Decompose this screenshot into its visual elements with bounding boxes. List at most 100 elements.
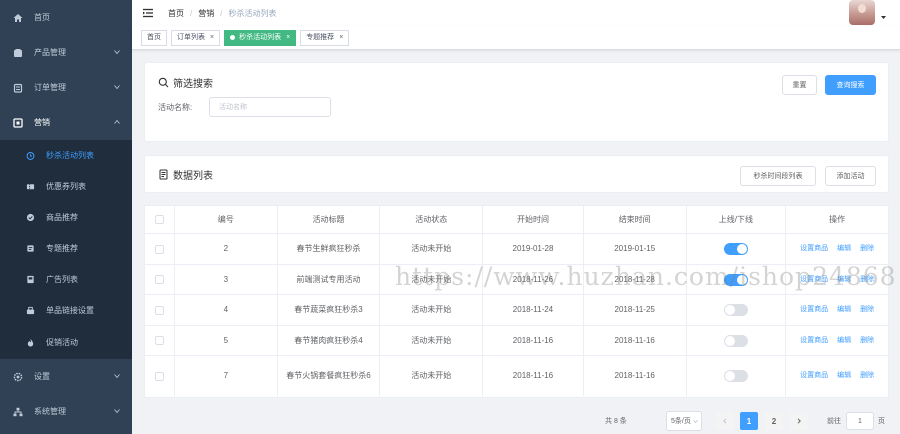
sidebar-item-promotion[interactable]: 促销活动 (0, 326, 132, 359)
activity-table: 编号 活动标题 活动状态 开始时间 结束时间 上线/下线 操作 2 春节生鲜疯狂… (144, 205, 889, 398)
tag-seckill-list[interactable]: 秒杀活动列表 × (224, 29, 297, 46)
edit-link[interactable]: 编辑 (837, 274, 851, 286)
row-checkbox[interactable] (154, 275, 164, 284)
cell-title: 春节火锅套餐疯狂秒杀6 (278, 356, 381, 396)
online-switch[interactable] (723, 370, 748, 382)
row-checkbox[interactable] (154, 305, 164, 315)
activity-name-input[interactable]: 活动名称 (209, 97, 331, 117)
online-switch[interactable] (723, 273, 748, 286)
row-checkbox[interactable] (154, 336, 164, 345)
cell-start: 2018-11-26 (483, 265, 584, 294)
set-products-link[interactable]: 设置商品 (800, 370, 828, 382)
tag-topic[interactable]: 专题推荐 × (300, 29, 350, 46)
close-icon[interactable]: × (339, 31, 343, 45)
breadcrumb-marketing[interactable]: 营销 (198, 8, 214, 19)
sidebar-item-product[interactable]: 产品管理 (0, 35, 132, 70)
sidebar-item-seckill[interactable]: 秒杀活动列表 (0, 140, 132, 171)
marketing-submenu: 秒杀活动列表 优惠券列表 商品推荐 专题推荐 广告列表 单品链接设置 促销活动 (0, 140, 132, 359)
sidebar-item-label: 设置 (34, 372, 50, 381)
tags-view: 首页 订单列表 × 秒杀活动列表 × 专题推荐 × (132, 26, 900, 50)
hamburger-icon[interactable] (142, 7, 154, 19)
sidebar-item-order[interactable]: 订单管理 (0, 70, 132, 105)
breadcrumb-home[interactable]: 首页 (168, 8, 184, 19)
seckill-session-list-button[interactable]: 秒杀时间段列表 (740, 166, 816, 186)
delete-link[interactable]: 删除 (860, 304, 874, 316)
set-products-link[interactable]: 设置商品 (800, 304, 828, 316)
sidebar-item-label: 单品链接设置 (46, 306, 94, 315)
column-header: 活动标题 (278, 206, 381, 233)
edit-link[interactable]: 编辑 (837, 304, 851, 316)
cell-end: 2018-11-16 (584, 326, 687, 355)
breadcrumb-current: 秒杀活动列表 (228, 8, 277, 18)
recommend-icon (25, 213, 35, 223)
page-2-button[interactable]: 2 (765, 412, 783, 430)
table-row: 5 春节猪肉疯狂秒杀4 活动未开始 2018-11-16 2018-11-16 … (145, 326, 888, 356)
fire-icon (25, 338, 35, 348)
cell-end: 2018-11-28 (584, 265, 687, 294)
filter-card: 筛选搜索 重置 查询搜索 活动名称: 活动名称 (144, 62, 889, 142)
row-checkbox[interactable] (154, 371, 164, 381)
tag-home[interactable]: 首页 (141, 29, 167, 46)
sidebar-item-home[interactable]: 首页 (0, 0, 132, 35)
close-icon[interactable]: × (286, 31, 290, 45)
table-row: 7 春节火锅套餐疯狂秒杀6 活动未开始 2018-11-16 2018-11-1… (145, 356, 888, 396)
sidebar-item-label: 秒杀活动列表 (46, 151, 94, 160)
delete-link[interactable]: 删除 (860, 274, 874, 286)
page-1-button[interactable]: 1 (740, 412, 758, 430)
topic-icon (25, 244, 35, 254)
sidebar-item-settings[interactable]: 设置 (0, 359, 132, 394)
column-header: 上线/下线 (687, 206, 787, 233)
search-button[interactable]: 查询搜索 (825, 75, 876, 95)
document-icon (158, 169, 169, 180)
cell-start: 2018-11-16 (483, 356, 584, 396)
row-checkbox[interactable] (154, 244, 164, 254)
next-page-button[interactable] (790, 412, 808, 430)
sidebar-item-ad[interactable]: 广告列表 (0, 264, 132, 295)
sidebar-item-system[interactable]: 系统管理 (0, 394, 132, 429)
tag-order-list[interactable]: 订单列表 × (171, 29, 221, 46)
sidebar-item-label: 订单管理 (34, 83, 66, 92)
sidebar-item-label: 广告列表 (46, 275, 78, 284)
edit-link[interactable]: 编辑 (837, 243, 851, 255)
chevron-right-icon (797, 418, 801, 424)
avatar[interactable] (849, 0, 875, 25)
online-switch[interactable] (723, 334, 748, 347)
delete-link[interactable]: 删除 (860, 370, 874, 382)
settings-icon (12, 371, 24, 383)
chevron-down-icon (693, 419, 698, 424)
close-icon[interactable]: × (210, 31, 214, 45)
search-icon (158, 77, 169, 88)
set-products-link[interactable]: 设置商品 (800, 243, 828, 255)
cell-id: 3 (175, 265, 278, 294)
online-switch[interactable] (723, 243, 748, 255)
sidebar-item-label: 商品推荐 (46, 213, 78, 222)
delete-link[interactable]: 删除 (860, 243, 874, 255)
delete-link[interactable]: 删除 (860, 335, 874, 347)
table-header: 编号 活动标题 活动状态 开始时间 结束时间 上线/下线 操作 (145, 206, 888, 234)
cell-id: 5 (175, 326, 278, 355)
edit-link[interactable]: 编辑 (837, 335, 851, 347)
coupon-icon (25, 182, 35, 192)
add-activity-button[interactable]: 添加活动 (825, 166, 876, 186)
goto-label: 前往 (827, 418, 841, 425)
reset-button[interactable]: 重置 (782, 75, 817, 95)
set-products-link[interactable]: 设置商品 (800, 274, 828, 286)
clock-icon (25, 151, 35, 161)
goto-page-input[interactable]: 1 (846, 412, 874, 430)
select-all-checkbox[interactable] (154, 215, 164, 224)
table-row: 2 春节生鲜疯狂秒杀 活动未开始 2019-01-28 2019-01-15 设… (145, 234, 888, 265)
set-products-link[interactable]: 设置商品 (800, 335, 828, 347)
cell-status: 活动未开始 (380, 356, 484, 396)
sidebar-item-link[interactable]: 单品链接设置 (0, 295, 132, 326)
sidebar-item-topic[interactable]: 专题推荐 (0, 233, 132, 264)
online-switch[interactable] (723, 304, 748, 316)
caret-down-icon[interactable] (881, 15, 886, 20)
edit-link[interactable]: 编辑 (837, 370, 851, 382)
page-size-select[interactable]: 5条/页 (666, 411, 702, 431)
prev-page-button[interactable] (716, 412, 734, 430)
column-header: 编号 (175, 206, 278, 233)
sidebar-item-coupon[interactable]: 优惠券列表 (0, 171, 132, 202)
cell-end: 2018-11-25 (584, 295, 687, 325)
sidebar-item-recommend[interactable]: 商品推荐 (0, 202, 132, 233)
sidebar-item-marketing[interactable]: 营销 (0, 105, 132, 140)
